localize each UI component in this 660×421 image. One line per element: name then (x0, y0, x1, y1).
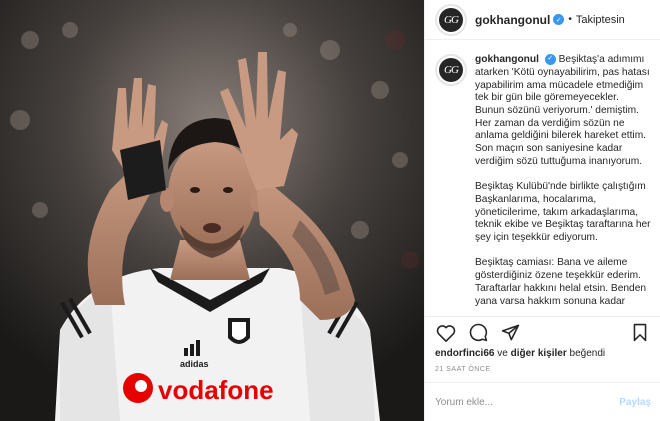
post-side-panel: GG gokhangonul ✓ • Takiptesin GG gokhang… (424, 0, 660, 421)
comment-input[interactable] (435, 396, 620, 408)
caption-username[interactable]: gokhangonul (475, 54, 539, 65)
post-image-illustration: adidas vodafone (0, 0, 424, 421)
post-comment-button[interactable]: Paylaş (619, 397, 651, 408)
caption-paragraph: Beşiktaş camiası: Bana ve aileme gösterd… (475, 257, 647, 307)
crest-icon (228, 318, 250, 344)
post-header: GG gokhangonul ✓ • Takiptesin (425, 0, 660, 40)
avatar-initials: GG (439, 7, 463, 32)
post-actions (425, 316, 660, 348)
liker-username[interactable]: endorfinci66 (435, 348, 494, 359)
verified-badge-icon: ✓ (553, 14, 565, 25)
caption-body: gokhangonul ✓ Beşiktaş'a adımımı atarken… (475, 54, 651, 314)
post-timestamp[interactable]: 21 SAAT ÖNCE (435, 366, 491, 373)
caption-avatar-initials: GG (439, 58, 463, 82)
likes-summary: endorfinci66 ve diğer kişiler beğendi (435, 348, 605, 359)
likes-connector: ve (497, 348, 508, 359)
svg-text:adidas: adidas (180, 359, 209, 369)
post-image[interactable]: adidas vodafone (0, 0, 424, 421)
share-icon[interactable] (499, 322, 521, 344)
caption-paragraph: gokhangonul ✓ Beşiktaş'a adımımı atarken… (475, 54, 651, 169)
svg-text:vodafone: vodafone (158, 375, 274, 405)
comment-icon[interactable] (467, 322, 489, 344)
header-username[interactable]: gokhangonul (475, 13, 550, 27)
bookmark-icon[interactable] (629, 322, 651, 344)
caption-text: Beşiktaş'a adımımı atarken 'Kötü oynayab… (475, 54, 650, 167)
avatar[interactable]: GG (435, 3, 467, 36)
post-caption: GG gokhangonul ✓ Beşiktaş'a adımımı atar… (425, 54, 660, 314)
heart-icon[interactable] (435, 322, 457, 344)
caption-avatar[interactable]: GG (435, 54, 467, 86)
comment-bar: Paylaş (425, 382, 660, 421)
vodafone-logo: vodafone (123, 373, 274, 405)
likes-suffix: beğendi (569, 348, 606, 359)
follow-status-button[interactable]: Takiptesin (576, 14, 625, 26)
header-separator: • (568, 14, 572, 25)
caption-paragraph: Beşiktaş Kulübü'nde birlikte çalıştığım … (475, 181, 651, 244)
other-likers-link[interactable]: diğer kişiler (511, 348, 567, 359)
caption-verified-badge-icon: ✓ (544, 54, 556, 65)
